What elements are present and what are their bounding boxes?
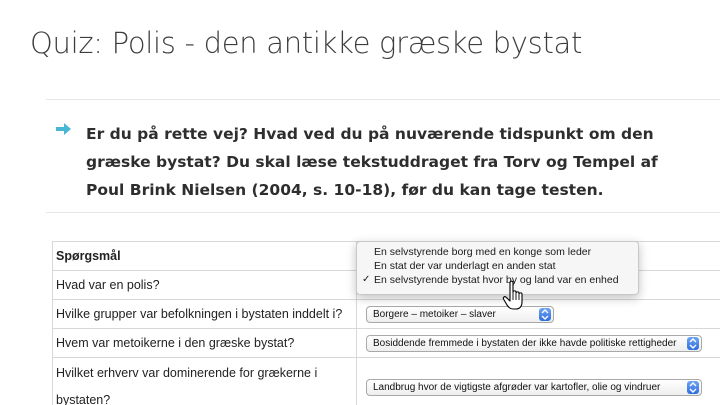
chevron-updown-icon — [539, 307, 551, 321]
intro-text: Er du på rette vej? Hvad ved du på nuvær… — [86, 125, 658, 199]
question-cell: Hvem var metoikerne i den græske bystat? — [52, 328, 357, 358]
dropdown-option[interactable]: En selvstyrende borg med en konge som le… — [357, 245, 638, 259]
answer-select-value: Borgere – metoiker – slaver — [373, 308, 496, 320]
question-cell: Hvad var en polis? — [52, 270, 357, 300]
arrow-right-icon — [56, 120, 86, 204]
answer-select[interactable]: Bosiddende fremmede i bystaten der ikke … — [366, 334, 702, 352]
intro-block: Er du på rette vej? Hvad ved du på nuvær… — [56, 120, 676, 204]
divider — [46, 99, 720, 100]
question-cell: Hvilket erhverv var dominerende for græk… — [52, 357, 357, 405]
answer-select-value: Bosiddende fremmede i bystaten der ikke … — [373, 337, 677, 349]
divider — [46, 212, 720, 213]
page-title: Quiz: Polis - den antikke græske bystat — [30, 26, 583, 60]
dropdown-option-label: En selvstyrende bystat hvor by og land v… — [374, 274, 619, 286]
answer-select-value: Landbrug hvor de vigtigste afgrøder var … — [373, 381, 661, 393]
checkmark-icon: ✓ — [362, 274, 371, 285]
table-row: Hvem var metoikerne i den græske bystat?… — [52, 328, 720, 358]
dropdown-option-selected[interactable]: ✓ En selvstyrende bystat hvor by og land… — [357, 273, 638, 287]
answer-cell: Bosiddende fremmede i bystaten der ikke … — [356, 328, 720, 358]
chevron-updown-icon — [687, 380, 699, 394]
hand-pointer-icon — [502, 280, 528, 317]
table-row: Hvilke grupper var befolkningen i bystat… — [52, 299, 720, 329]
column-header-question: Spørgsmål — [52, 241, 357, 271]
answer-cell: Borgere – metoiker – slaver — [356, 299, 720, 329]
answer-cell: Landbrug hvor de vigtigste afgrøder var … — [356, 357, 720, 405]
question-cell: Hvilke grupper var befolkningen i bystat… — [52, 299, 357, 329]
dropdown-option[interactable]: En stat der var underlagt en anden stat — [357, 259, 638, 273]
table-row: Hvilket erhverv var dominerende for græk… — [52, 357, 720, 405]
chevron-updown-icon — [687, 336, 699, 350]
answer-dropdown-menu: En selvstyrende borg med en konge som le… — [356, 241, 639, 295]
answer-select[interactable]: Landbrug hvor de vigtigste afgrøder var … — [366, 378, 702, 396]
